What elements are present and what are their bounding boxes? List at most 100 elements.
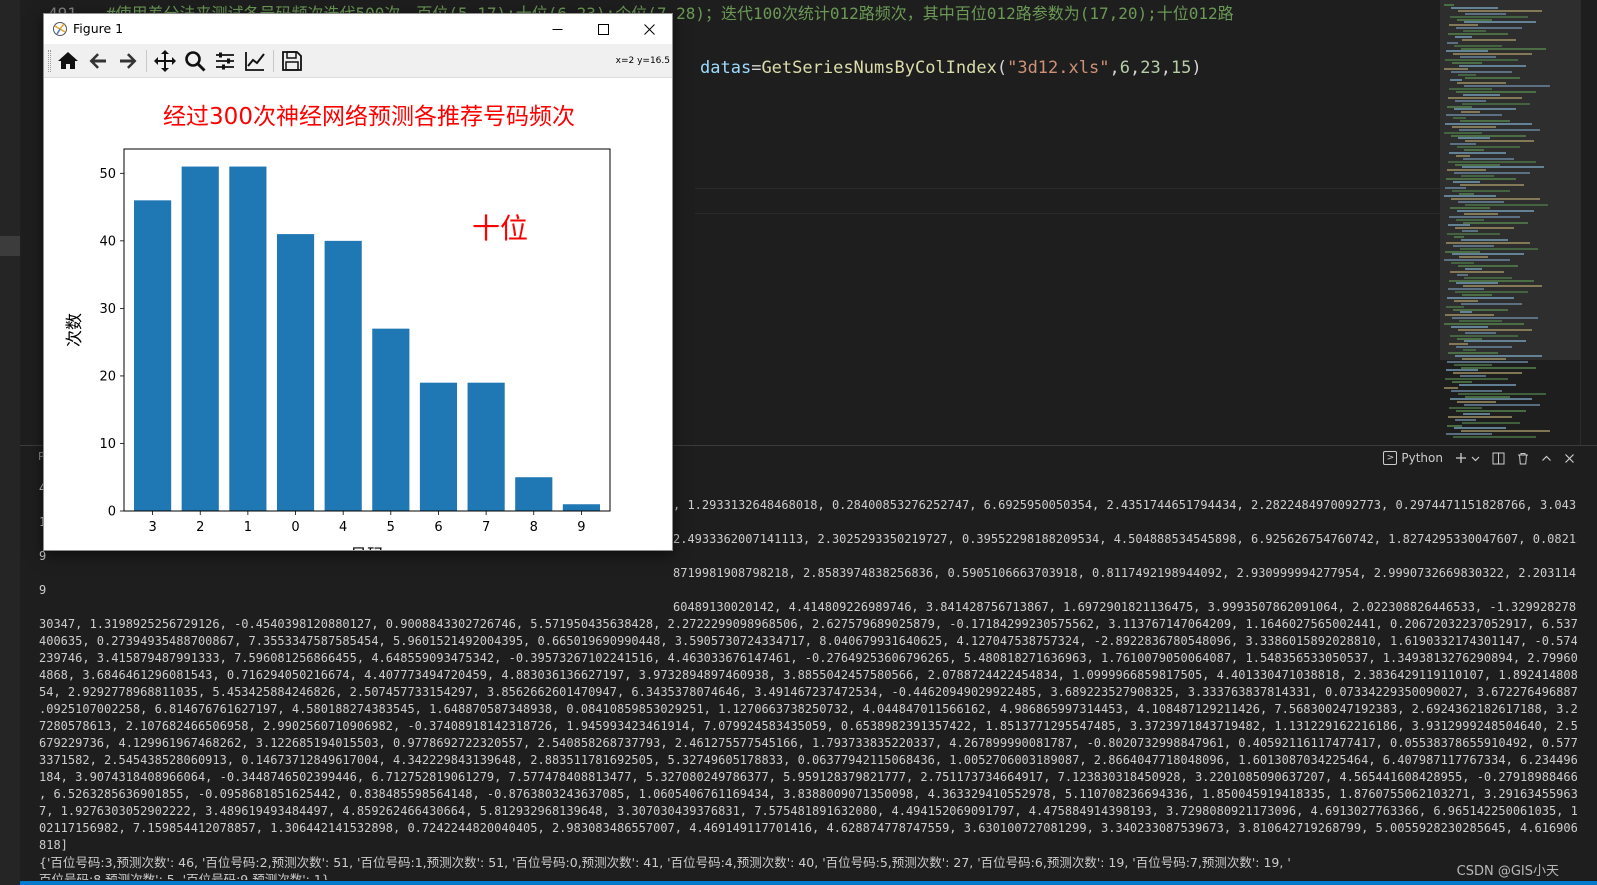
y-tick-label: 10 — [99, 437, 116, 452]
code-token: 6 — [1119, 58, 1130, 78]
minimap-line — [1451, 134, 1526, 137]
watermark: CSDN @GIS小天 — [1456, 864, 1559, 879]
minimap-line — [1451, 198, 1540, 201]
minimap-line — [1449, 88, 1492, 91]
minimap-line — [1457, 146, 1520, 149]
code-token: GetSeriesNumsByColIndex — [761, 58, 997, 78]
subplots-config-icon — [216, 52, 234, 70]
x-tick-label: 5 — [387, 520, 395, 535]
toolbar-grip[interactable] — [48, 50, 51, 72]
minimap-line — [1457, 273, 1468, 276]
pan-button[interactable] — [151, 47, 179, 75]
minimap-line — [1450, 79, 1462, 82]
terminal-line: 8719981908798218, 2.8583974838256836, 0.… — [673, 566, 1577, 580]
terminal-line: 818] — [39, 838, 68, 852]
split-terminal-button[interactable] — [1492, 452, 1505, 465]
minimap-line — [1446, 178, 1516, 180]
terminal-line: 239746, 3.415879487991333, 7.59608125686… — [39, 651, 1577, 665]
minimap-line — [1455, 354, 1542, 357]
y-tick-label: 50 — [99, 167, 116, 182]
minimap-line — [1457, 82, 1506, 85]
x-tick-label: 3 — [148, 520, 156, 535]
activity-bar-selected-item[interactable] — [0, 236, 20, 256]
minimap-line — [1444, 195, 1496, 198]
subplots-button[interactable] — [211, 47, 239, 75]
save-button[interactable] — [278, 47, 306, 75]
minimap-line — [1453, 117, 1466, 120]
matplotlib-app-icon — [53, 22, 67, 36]
editor-code-line: datas=GetSeriesNumsByColIndex("3d12.xls"… — [700, 57, 1202, 79]
trash-icon — [1518, 452, 1528, 464]
minimap-line — [1444, 4, 1454, 6]
figure-window[interactable]: Figure 1 x=2 y=16.5 经过300次神经网络预测各推荐号码频次 … — [43, 13, 673, 551]
close-button[interactable] — [626, 14, 672, 44]
minimap-line — [1448, 415, 1512, 418]
minimap-line — [1455, 35, 1472, 38]
minimap-line — [1448, 352, 1498, 354]
minimap-line — [1456, 346, 1512, 349]
minimap[interactable] — [1440, 0, 1580, 445]
minimap-line — [1452, 125, 1496, 128]
minimap-line — [1456, 27, 1522, 30]
minimap-line — [1461, 302, 1522, 305]
bar-chart: 经过300次神经网络预测各推荐号码频次3 2 1 0 4 5 6 7 8 901020304050… — [65, 104, 611, 550]
minimap-line — [1459, 256, 1488, 259]
minimap-line — [1449, 24, 1478, 27]
minimap-line — [1463, 349, 1476, 352]
bar-2 — [181, 166, 219, 511]
figure-titlebar[interactable]: Figure 1 — [44, 14, 672, 44]
home-button[interactable] — [54, 47, 82, 75]
minimap-line — [1449, 215, 1520, 218]
minimap-line — [1454, 108, 1516, 111]
minimap-line — [1457, 209, 1534, 212]
minimap-line — [1462, 102, 1530, 105]
figure-canvas[interactable]: 经过300次神经网络预测各推荐号码频次 3 2 1 0 4 5 6 7 8 9 0 10 20 30 40 50… — [44, 78, 672, 550]
forward-button[interactable] — [114, 47, 142, 75]
edit-axis-button[interactable] — [241, 47, 269, 75]
code-token: datas — [700, 58, 752, 78]
minimap-line — [1460, 183, 1524, 186]
plus-icon — [1456, 453, 1466, 463]
terminal-line: 3371582, 2.545438528060913, 0.1467371284… — [39, 753, 1577, 767]
code-token: 23 — [1140, 58, 1161, 78]
minimap-line — [1444, 67, 1468, 70]
editor-scrollbar[interactable] — [1580, 0, 1597, 445]
minimap-line — [1454, 299, 1478, 302]
minimap-line — [1452, 381, 1472, 383]
minimap-line — [1456, 91, 1536, 93]
minimap-line — [1464, 276, 1512, 279]
new-terminal-button[interactable] — [1455, 452, 1480, 464]
minimap-line — [1465, 140, 1534, 143]
close-icon — [1565, 453, 1574, 463]
minimap-line — [1461, 111, 1480, 114]
x-axis-label: 号码 — [350, 546, 384, 550]
minimap-line — [1446, 114, 1502, 117]
minimap-line — [1461, 430, 1550, 433]
minimap-line — [1464, 21, 1536, 24]
coordinate-readout: x=2 y=16.5 — [615, 56, 670, 66]
kill-terminal-button[interactable] — [1517, 452, 1529, 465]
minimap-line — [1446, 50, 1488, 53]
minimap-line — [1447, 233, 1500, 236]
minimap-line — [1453, 53, 1532, 56]
minimap-line — [1454, 427, 1506, 430]
zoom-button[interactable] — [181, 47, 209, 75]
x-tick-label: 7 — [482, 520, 490, 535]
chart-title: 经过300次神经网络预测各推荐号码频次 — [163, 104, 575, 130]
minimap-line — [1450, 15, 1528, 18]
terminal-line: 9 — [39, 583, 47, 597]
maximize-button[interactable] — [580, 14, 626, 44]
close-panel-button[interactable] — [1564, 453, 1575, 464]
minimap-line — [1450, 398, 1532, 401]
minimap-line — [1445, 186, 1466, 189]
terminal-actions: > Python — [1383, 448, 1575, 468]
minimap-line — [1451, 70, 1512, 73]
back-button[interactable] — [84, 47, 112, 75]
maximize-panel-button[interactable] — [1541, 453, 1552, 464]
close-icon — [643, 23, 655, 35]
terminal-line: , 6.5263285636901855, -0.095868185162544… — [39, 787, 1577, 801]
minimap-line — [1453, 244, 1494, 247]
terminal-profile[interactable]: > Python — [1383, 451, 1443, 465]
minimap-line — [1462, 230, 1478, 233]
minimize-button[interactable] — [534, 14, 580, 44]
